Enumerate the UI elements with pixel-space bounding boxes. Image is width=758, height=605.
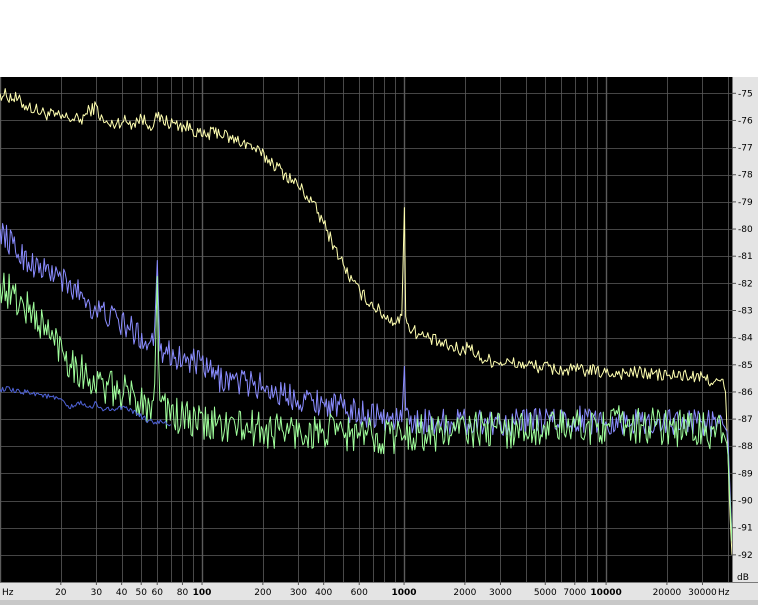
x-tick-label: 20000 (653, 588, 682, 598)
y-tick-label: -92 (738, 551, 753, 561)
y-tick-label: -79 (738, 198, 753, 208)
x-tick-label: 30000 (688, 588, 717, 598)
y-tick-label: -75 (738, 89, 753, 99)
y-tick-label: -86 (738, 388, 753, 398)
spectrum-chart: 20 30 40 50 60 80 100 200 300 400 600 1000 2000 3000 5… (0, 0, 758, 605)
x-tick-label: 7000 (563, 588, 586, 598)
x-tick-label: 50 (135, 588, 147, 598)
x-tick-label: 2000 (453, 588, 476, 598)
y-tick-label: -85 (738, 361, 753, 371)
y-tick-label: -77 (738, 144, 753, 154)
x-tick-label: 1000 (392, 588, 417, 598)
x-tick-label: 200 (254, 588, 271, 598)
x-tick-label: 40 (116, 588, 128, 598)
scrollbar-strip[interactable] (0, 600, 758, 605)
x-tick-label: 300 (290, 588, 307, 598)
y-tick-label: -88 (738, 442, 753, 452)
x-tick-label: 60 (151, 588, 163, 598)
y-tick-label: -84 (738, 334, 753, 344)
y-tick-label: -80 (738, 225, 753, 235)
y-tick-label: -78 (738, 171, 753, 181)
y-tick-label: -76 (738, 116, 753, 126)
x-tick-label: 20 (55, 588, 67, 598)
x-tick-label: 10000 (590, 588, 621, 598)
x-tick-label: 100 (193, 588, 212, 598)
y-tick-label: -91 (738, 524, 753, 534)
x-tick-label: 600 (351, 588, 368, 598)
x-tick-label: 3000 (489, 588, 512, 598)
y-unit-label: dB (737, 573, 749, 583)
x-tick-label: 400 (315, 588, 332, 598)
y-tick-label: -83 (738, 306, 753, 316)
y-tick-label: -82 (738, 279, 753, 289)
y-tick-label: -81 (738, 252, 753, 262)
x-tick-label: 30 (91, 588, 103, 598)
y-tick-label: -89 (738, 469, 753, 479)
y-tick-label: -87 (738, 415, 753, 425)
y-tick-label: -90 (738, 497, 753, 507)
x-unit-label-right: Hz (718, 588, 730, 598)
bottom-axis-panel (0, 582, 758, 600)
x-tick-label: 5000 (534, 588, 557, 598)
plot-area (0, 77, 732, 582)
x-tick-label: 80 (177, 588, 189, 598)
x-unit-label-left: Hz (2, 588, 14, 598)
